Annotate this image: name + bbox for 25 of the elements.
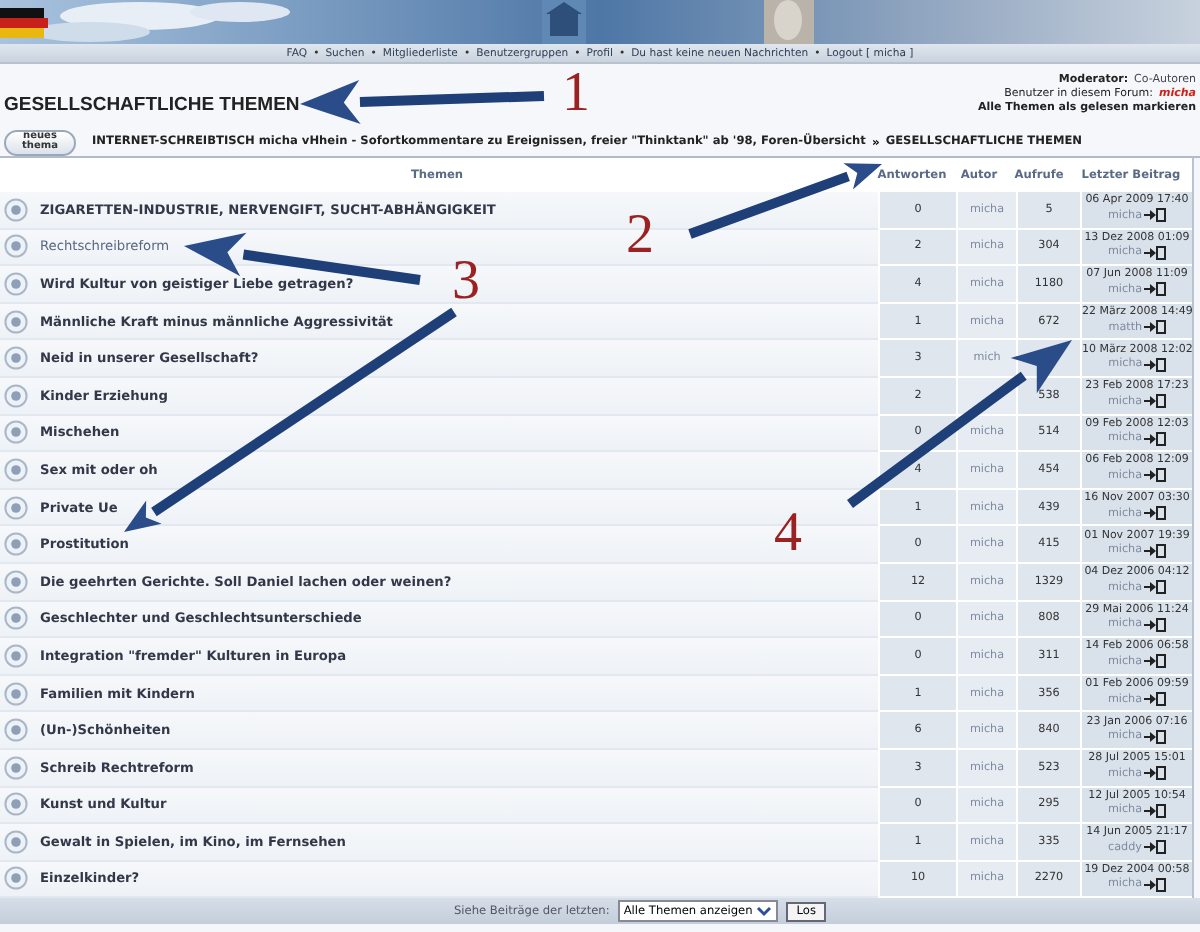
go-to-post-icon[interactable] <box>1144 727 1167 746</box>
go-to-post-icon[interactable] <box>1143 838 1166 857</box>
go-to-post-icon[interactable] <box>1144 355 1167 374</box>
go-to-post-icon[interactable] <box>1144 764 1167 783</box>
go-to-post-icon[interactable] <box>1144 392 1167 411</box>
go-to-post-icon[interactable] <box>1144 615 1167 634</box>
go-to-post-icon[interactable] <box>1144 690 1167 709</box>
go-to-post-icon[interactable] <box>1144 504 1167 523</box>
go-to-post-icon[interactable] <box>1144 280 1167 299</box>
go-to-post-icon[interactable] <box>1144 318 1167 337</box>
go-to-post-icon[interactable] <box>1144 875 1167 894</box>
go-to-post-icon[interactable] <box>1144 206 1167 225</box>
annotation-number: 3 <box>452 254 480 310</box>
go-to-post-icon[interactable] <box>1144 466 1167 485</box>
go-to-post-icon[interactable] <box>1144 541 1167 560</box>
annotation-number: 1 <box>562 66 590 122</box>
go-to-post-icon[interactable] <box>1144 578 1167 597</box>
go-to-post-icon[interactable] <box>1144 652 1167 671</box>
forum-title[interactable]: GESELLSCHAFTLICHE THEMEN <box>4 94 300 116</box>
go-to-post-icon[interactable] <box>1144 429 1167 448</box>
go-to-post-icon[interactable] <box>1144 801 1167 820</box>
annotation-number: 2 <box>626 208 654 264</box>
go-to-post-icon[interactable] <box>1144 243 1167 262</box>
caret-icon <box>756 904 773 919</box>
annotation-number: 4 <box>774 506 802 562</box>
